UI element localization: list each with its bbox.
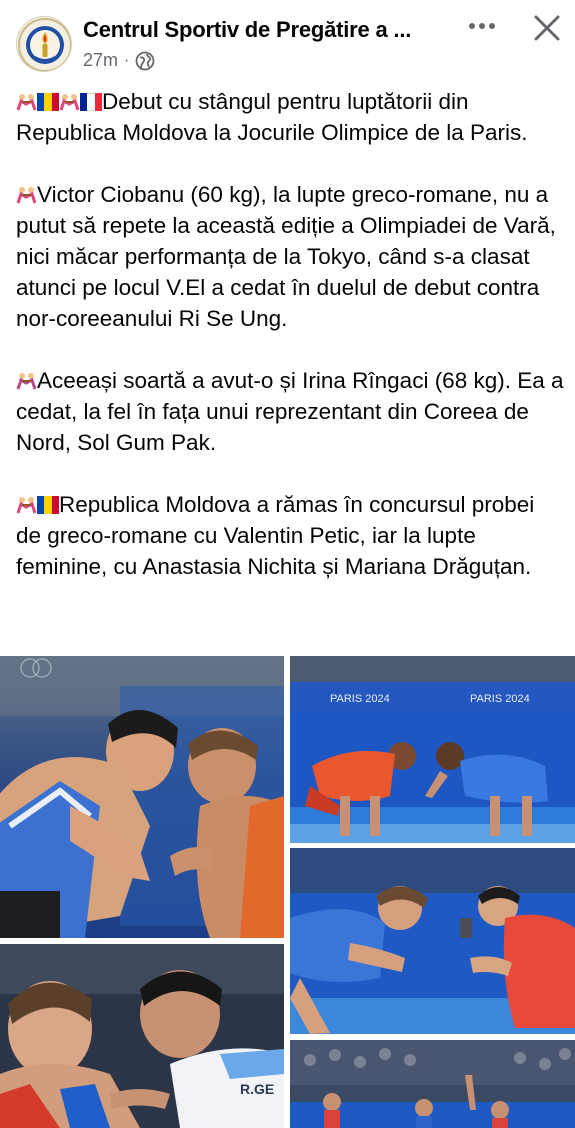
- close-icon: [534, 15, 560, 41]
- france-flag-icon: [80, 88, 102, 111]
- wrestling-emoji-icon: [16, 181, 37, 204]
- banner-text: PARIS 2024: [470, 693, 530, 705]
- post-body: Debut cu stângul pentru luptătorii din R…: [16, 86, 564, 613]
- photo-arena-celebration[interactable]: [290, 1040, 575, 1128]
- more-dots-icon: [469, 23, 495, 29]
- paragraph-3: Aceeași soartă a avut-o și Irina Rîngaci…: [16, 365, 564, 458]
- banner-text: PARIS 2024: [330, 693, 390, 705]
- paragraph-4-text: Republica Moldova a rămas în concursul p…: [16, 492, 535, 579]
- page-avatar[interactable]: [16, 16, 72, 72]
- paragraph-2-text: Victor Ciobanu (60 kg), la lupte greco-r…: [16, 182, 556, 331]
- singlet-text: R.GE: [240, 1081, 274, 1097]
- post-header: Centrul Sportiv de Pregătire a ... 27m ·: [0, 0, 575, 80]
- separator-dot: ·: [124, 51, 130, 69]
- close-button[interactable]: [527, 8, 567, 48]
- photo-irina-ringaci-bout[interactable]: PARIS 2024 PARIS 2024: [290, 656, 575, 843]
- wrestling-emoji-icon: [16, 491, 37, 514]
- wrestling-emoji-icon: [16, 88, 37, 111]
- paragraph-4: Republica Moldova a rămas în concursul p…: [16, 489, 564, 582]
- photo-grid: PARIS 2024 PARIS 2024 R.GE: [0, 656, 575, 1128]
- wrestling-emoji-icon: [59, 88, 80, 111]
- moldova-flag-icon: [37, 491, 59, 514]
- photo-victor-ciobanu-bout[interactable]: [0, 656, 284, 938]
- wrestling-emoji-icon: [16, 367, 37, 390]
- post-time[interactable]: 27m: [83, 50, 118, 71]
- moldova-flag-icon: [37, 88, 59, 111]
- photo-women-wrestling-closeup[interactable]: [290, 848, 575, 1034]
- post-meta: 27m ·: [83, 50, 155, 71]
- page-name[interactable]: Centrul Sportiv de Pregătire a ...: [83, 17, 411, 43]
- paragraph-1: Debut cu stângul pentru luptătorii din R…: [16, 86, 564, 148]
- paragraph-2: Victor Ciobanu (60 kg), la lupte greco-r…: [16, 179, 564, 334]
- photo-men-wrestling-closeup[interactable]: R.GE: [0, 944, 284, 1128]
- paragraph-3-text: Aceeași soartă a avut-o și Irina Rîngaci…: [16, 368, 564, 455]
- more-options-button[interactable]: [460, 10, 504, 46]
- globe-icon: [135, 51, 155, 71]
